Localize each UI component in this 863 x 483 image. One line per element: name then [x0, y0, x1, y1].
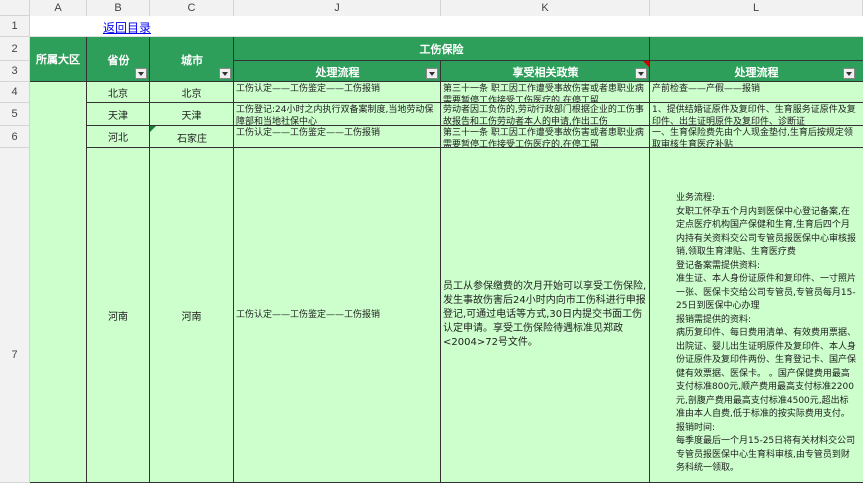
row-header-5[interactable]: 5: [0, 103, 30, 126]
row6-province[interactable]: 河北: [87, 126, 150, 148]
row7-policy[interactable]: 员工从参保缴费的次月开始可以享受工伤保险,发生事故伤害后24小时内向市工伤科进行…: [441, 148, 650, 483]
row-header-4[interactable]: 4: [0, 82, 30, 103]
header-group-work-injury[interactable]: 工伤保险: [234, 37, 650, 61]
row5-city[interactable]: 天津: [150, 103, 234, 126]
row4-policy-text: 第三十一条 职工因工作遭受事故伤害或者患职业病需要暂停工作接受工伤医疗的,在停工…: [443, 84, 644, 103]
header-process-2[interactable]: 处理流程: [650, 61, 863, 82]
row4-process[interactable]: 工伤认定——工伤鉴定——工伤报销: [234, 82, 441, 103]
header-city-label: 城市: [181, 53, 203, 67]
province-filter-button[interactable]: [135, 68, 147, 79]
row4-province[interactable]: 北京: [87, 82, 150, 103]
column-header-J[interactable]: J: [234, 0, 441, 16]
process-filter-button[interactable]: [426, 68, 438, 79]
back-to-contents-text[interactable]: 返回目录: [103, 21, 151, 35]
row-header-7[interactable]: 7: [0, 148, 30, 483]
row-header-1[interactable]: 1: [0, 16, 30, 37]
comment-indicator[interactable]: [643, 61, 649, 67]
header-province[interactable]: 省份: [87, 37, 150, 82]
row-header-6[interactable]: 6: [0, 126, 30, 148]
row7-process2-text: 业务流程: 女职工怀孕五个月内到医保中心登记备案,在定点医疗机构国产保健和生育,…: [676, 193, 857, 473]
row5-province[interactable]: 天津: [87, 103, 150, 126]
header-city[interactable]: 城市: [150, 37, 234, 82]
row5-process2-text: 1、提供结婚证原件及复印件、生育服务证原件及复印件、出生证明原件及复印件、诊断证: [652, 105, 856, 126]
row-header-2[interactable]: 2: [0, 37, 30, 61]
row4-policy[interactable]: 第三十一条 职工因工作遭受事故伤害或者患职业病需要暂停工作接受工伤医疗的,在停工…: [441, 82, 650, 103]
header-group-next[interactable]: [650, 37, 863, 61]
row4-process2[interactable]: 产前检查——产假——报销: [650, 82, 863, 103]
row4-province-text: 北京: [108, 88, 128, 100]
row5-process-text: 工伤登记:24小时之内执行双备案制度,当地劳动保障部和当地社保中心: [236, 105, 434, 126]
row6-city[interactable]: 石家庄: [150, 126, 234, 148]
policy-filter-button[interactable]: [635, 68, 647, 79]
header-region-label: 所属大区: [36, 53, 80, 66]
process2-filter-button[interactable]: [843, 68, 855, 79]
region-cell[interactable]: [30, 82, 87, 483]
header-group-label: 工伤保险: [419, 42, 464, 56]
header-province-label: 省份: [107, 53, 130, 67]
row5-policy-text: 劳动者因工负伤的,劳动行政部门根据企业的工伤事故报告和工伤劳动者本人的申请,作出…: [443, 105, 644, 126]
row7-process2[interactable]: 业务流程: 女职工怀孕五个月内到医保中心登记备案,在定点医疗机构国产保健和生育,…: [650, 148, 863, 483]
row6-process-text: 工伤认定——工伤鉴定——工伤报销: [236, 128, 381, 138]
row5-city-text: 天津: [181, 110, 202, 122]
row4-city[interactable]: 北京: [150, 82, 234, 103]
select-all-corner[interactable]: [0, 0, 30, 16]
column-header-bar: A B C J K L: [30, 0, 863, 17]
row-header-3[interactable]: 3: [0, 61, 30, 82]
row7-province-text: 河南: [108, 311, 128, 323]
header-region[interactable]: 所属大区: [30, 37, 87, 82]
row7-province[interactable]: 河南: [87, 148, 150, 483]
row6-policy-text: 第三十一条 职工因工作遭受事故伤害或者患职业病需要暂停工作接受工伤医疗的,在停工…: [443, 128, 644, 148]
row7-process-text: 工伤认定——工伤鉴定——工伤报销: [236, 310, 381, 320]
column-header-C[interactable]: C: [150, 0, 234, 16]
row6-process2[interactable]: 一、生育保险费先由个人现金垫付,生育后按规定领取审核生育医疗补贴: [650, 126, 863, 148]
row4-city-text: 北京: [181, 88, 202, 100]
spreadsheet: A B C J K L 1 2 3 4 5 6 7 返回目录 所属大区 省份 城…: [0, 0, 863, 483]
row4-process2-text: 产前检查——产假——报销: [652, 84, 761, 94]
header-process-label: 处理流程: [315, 65, 360, 79]
header-process[interactable]: 处理流程: [234, 61, 441, 82]
row6-province-text: 河北: [108, 133, 128, 144]
row7-city[interactable]: 河南: [150, 148, 234, 483]
row5-process2[interactable]: 1、提供结婚证原件及复印件、生育服务证原件及复印件、出生证明原件及复印件、诊断证: [650, 103, 863, 126]
column-header-A[interactable]: A: [30, 0, 87, 16]
city-filter-button[interactable]: [219, 68, 231, 79]
row5-process[interactable]: 工伤登记:24小时之内执行双备案制度,当地劳动保障部和当地社保中心: [234, 103, 441, 126]
row6-process[interactable]: 工伤认定——工伤鉴定——工伤报销: [234, 126, 441, 148]
row5-policy[interactable]: 劳动者因工负伤的,劳动行政部门根据企业的工伤事故报告和工伤劳动者本人的申请,作出…: [441, 103, 650, 126]
header-policy[interactable]: 享受相关政策: [441, 61, 650, 82]
row6-city-text: 石家庄: [177, 133, 207, 145]
column-header-L[interactable]: L: [650, 0, 863, 16]
error-indicator[interactable]: [150, 126, 156, 132]
row5-province-text: 天津: [108, 110, 128, 122]
row7-city-text: 河南: [181, 311, 202, 323]
header-process2-label: 处理流程: [734, 65, 779, 79]
row6-process2-text: 一、生育保险费先由个人现金垫付,生育后按规定领取审核生育医疗补贴: [652, 128, 853, 148]
row4-process-text: 工伤认定——工伤鉴定——工伤报销: [236, 84, 381, 94]
column-header-B[interactable]: B: [87, 0, 150, 16]
column-header-K[interactable]: K: [441, 0, 650, 16]
header-policy-label: 享受相关政策: [512, 65, 579, 79]
row7-policy-text: 员工从参保缴费的次月开始可以享受工伤保险,发生事故伤害后24小时内向市工伤科进行…: [443, 281, 647, 348]
row7-process[interactable]: 工伤认定——工伤鉴定——工伤报销: [234, 148, 441, 483]
back-to-contents-link[interactable]: 返回目录: [103, 16, 193, 37]
row6-policy[interactable]: 第三十一条 职工因工作遭受事故伤害或者患职业病需要暂停工作接受工伤医疗的,在停工…: [441, 126, 650, 148]
